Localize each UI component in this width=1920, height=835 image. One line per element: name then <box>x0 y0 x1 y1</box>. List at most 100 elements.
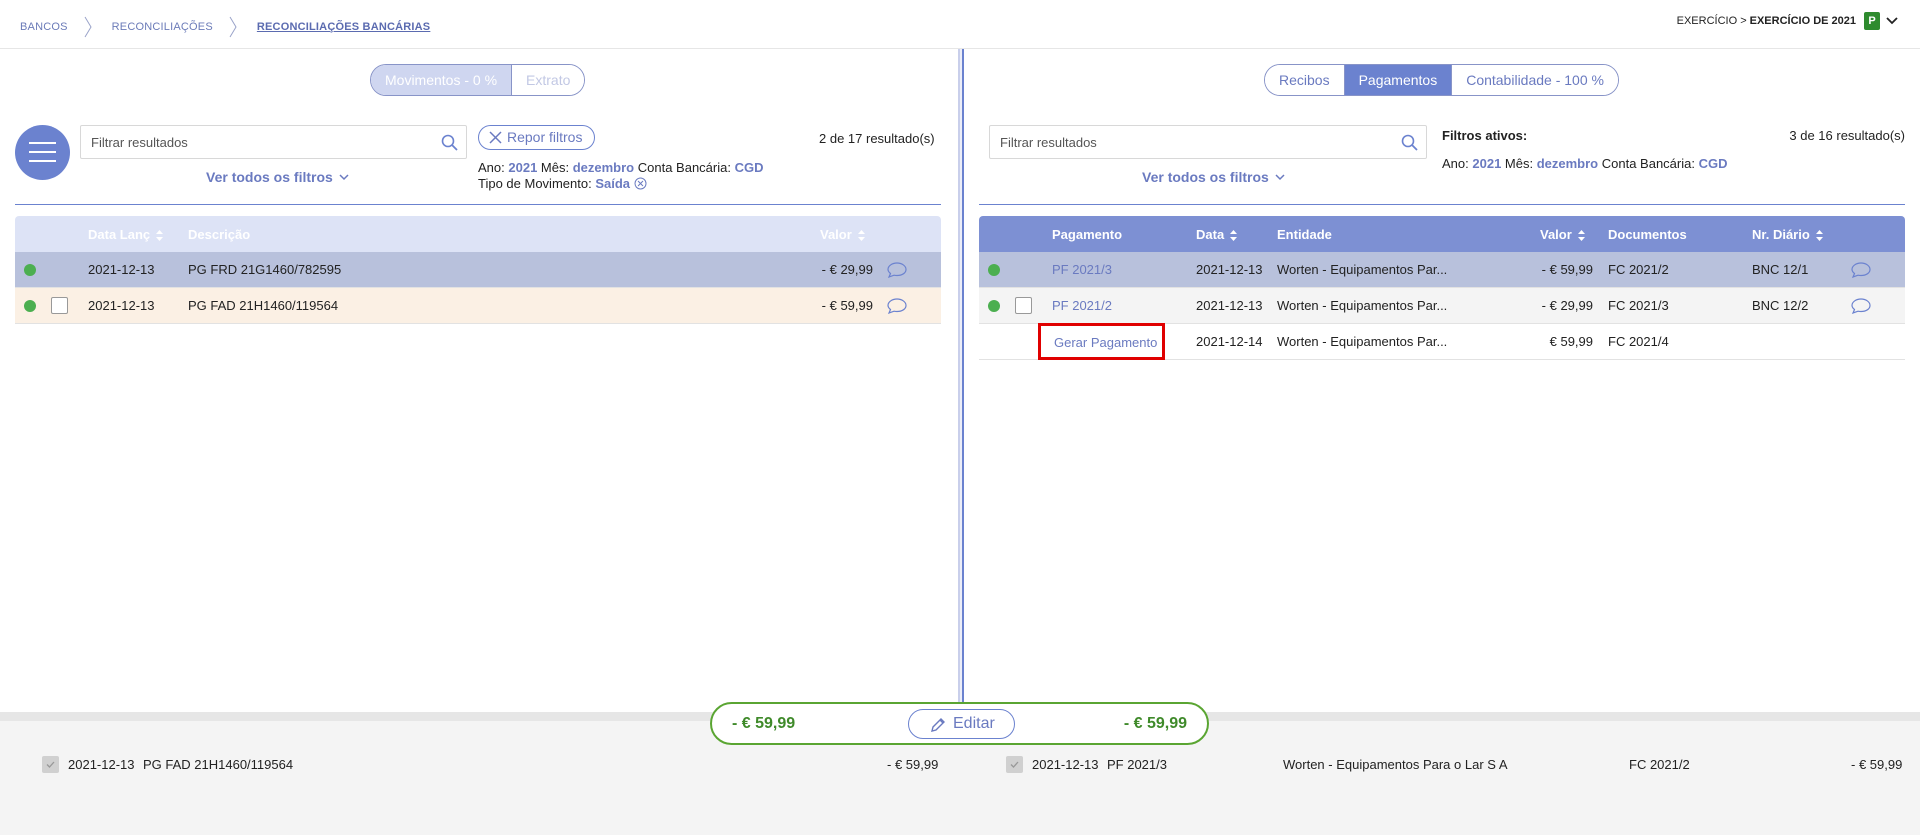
row-description: PG FRD 21G1460/782595 <box>188 262 342 277</box>
row-payment-link[interactable]: PF 2021/3 <box>1052 262 1112 277</box>
column-header-documentos[interactable]: Documentos <box>1608 227 1687 242</box>
tab-recibos[interactable]: Recibos <box>1265 65 1345 95</box>
table-row[interactable]: 2021-12-13 PG FRD 21G1460/782595 - € 29,… <box>15 252 941 288</box>
matched-left-value: - € 59,99 <box>887 757 939 772</box>
filter-conta[interactable]: CGD <box>1699 156 1728 171</box>
row-date: 2021-12-13 <box>88 262 155 277</box>
menu-button[interactable] <box>15 125 70 180</box>
summary-left-amount: - € 59,99 <box>732 715 796 732</box>
right-filter-line: Ano: 2021 Mês: dezembro Conta Bancária: … <box>1442 156 1728 171</box>
right-results-count: 3 de 16 resultado(s) <box>1789 128 1905 143</box>
close-icon <box>489 131 502 144</box>
exercise-value: EXERCÍCIO DE 2021 <box>1749 15 1856 27</box>
active-filters-label: Filtros ativos: <box>1442 128 1528 143</box>
table-row[interactable]: PF 2021/2 2021-12-13 Worten - Equipament… <box>979 288 1905 324</box>
column-header-pagamento[interactable]: Pagamento <box>1052 227 1122 242</box>
reset-filters-button[interactable]: Repor filtros <box>478 125 596 150</box>
left-tabs: Movimentos - 0 % Extrato <box>370 64 586 96</box>
comment-icon[interactable] <box>1851 262 1871 278</box>
column-header-entidade[interactable]: Entidade <box>1277 227 1332 242</box>
sort-icon <box>1230 229 1238 241</box>
left-table: Data Lanç Descrição Valor 2021-12-13 PG … <box>15 216 941 698</box>
comment-icon[interactable] <box>887 262 907 278</box>
filter-tipo[interactable]: Saída <box>595 176 630 191</box>
sort-icon <box>857 229 865 241</box>
column-header-nr-diario[interactable]: Nr. Diário <box>1752 227 1823 242</box>
row-entity: Worten - Equipamentos Par... <box>1277 262 1448 277</box>
chevron-down-icon <box>339 173 349 180</box>
search-icon[interactable] <box>1401 134 1418 151</box>
search-input[interactable] <box>990 126 1426 158</box>
row-date: 2021-12-13 <box>1196 298 1263 313</box>
row-date: 2021-12-13 <box>88 298 155 313</box>
filter-mes[interactable]: dezembro <box>573 160 634 175</box>
row-value: - € 29,99 <box>821 262 873 277</box>
filter-mes[interactable]: dezembro <box>1537 156 1598 171</box>
column-header-valor[interactable]: Valor <box>1540 227 1585 242</box>
gerar-pagamento-button[interactable]: Gerar Pagamento <box>1038 323 1165 360</box>
summary-bar: - € 59,99 Editar - € 59,99 <box>710 702 1209 745</box>
row-checkbox[interactable] <box>51 297 68 314</box>
filter-ano[interactable]: 2021 <box>508 160 537 175</box>
row-document: FC 2021/3 <box>1608 298 1669 313</box>
tab-contabilidade[interactable]: Contabilidade - 100 % <box>1452 65 1618 95</box>
breadcrumb-reconciliacoes[interactable]: RECONCILIAÇÕES <box>112 21 213 33</box>
sort-icon <box>1577 229 1585 241</box>
matched-right-document: FC 2021/2 <box>1629 757 1690 772</box>
see-all-filters-link[interactable]: Ver todos os filtros <box>1142 169 1285 185</box>
breadcrumb-separator-icon <box>229 16 241 38</box>
comment-icon[interactable] <box>887 298 907 314</box>
see-all-filters-label: Ver todos os filtros <box>1142 169 1269 185</box>
search-input[interactable] <box>81 126 466 158</box>
column-header-valor[interactable]: Valor <box>820 227 865 242</box>
matched-checkbox[interactable] <box>42 756 59 773</box>
row-document: FC 2021/2 <box>1608 262 1669 277</box>
row-payment-link[interactable]: PF 2021/2 <box>1052 298 1112 313</box>
see-all-filters-link[interactable]: Ver todos os filtros <box>206 169 349 185</box>
matched-right-payment-link[interactable]: PF 2021/3 <box>1107 757 1167 772</box>
breadcrumb-reconciliacoes-bancarias[interactable]: RECONCILIAÇÕES BANCÁRIAS <box>257 21 430 33</box>
exercise-selector[interactable]: EXERCÍCIO > EXERCÍCIO DE 2021 P <box>1677 12 1898 30</box>
column-header-data[interactable]: Data Lanç <box>88 227 164 242</box>
right-tabs: Recibos Pagamentos Contabilidade - 100 % <box>1264 64 1619 96</box>
comment-icon[interactable] <box>1851 298 1871 314</box>
status-dot <box>988 299 1000 312</box>
status-dot <box>24 299 36 312</box>
left-filter-line-2: Tipo de Movimento: Saída <box>478 176 647 191</box>
matched-checkbox[interactable] <box>1006 756 1023 773</box>
left-separator <box>15 204 941 205</box>
close-circle-icon[interactable] <box>634 177 647 190</box>
pencil-icon <box>931 718 945 732</box>
search-icon[interactable] <box>441 134 458 151</box>
tab-pagamentos[interactable]: Pagamentos <box>1344 65 1453 95</box>
exercise-label: EXERCÍCIO > <box>1676 15 1747 27</box>
top-bar: BANCOS RECONCILIAÇÕES RECONCILIAÇÕES BAN… <box>0 0 1920 49</box>
chevron-down-icon <box>1275 173 1285 180</box>
tab-extrato[interactable]: Extrato <box>512 65 585 95</box>
chevron-down-icon[interactable] <box>1886 17 1898 25</box>
edit-button[interactable]: Editar <box>908 709 1015 739</box>
matched-left-date: 2021-12-13 <box>68 757 135 772</box>
matched-right-date: 2021-12-13 <box>1032 757 1099 772</box>
row-checkbox[interactable] <box>1015 297 1032 314</box>
column-header-data[interactable]: Data <box>1196 227 1238 242</box>
matched-right-value: - € 59,99 <box>1851 757 1903 772</box>
filter-conta[interactable]: CGD <box>735 160 764 175</box>
breadcrumb-bancos[interactable]: BANCOS <box>20 21 68 33</box>
table-row[interactable]: PF 2021/3 2021-12-13 Worten - Equipament… <box>979 252 1905 288</box>
row-date: 2021-12-13 <box>1196 262 1263 277</box>
breadcrumb: BANCOS RECONCILIAÇÕES RECONCILIAÇÕES BAN… <box>20 16 430 38</box>
right-table-header: Pagamento Data Entidade Valor Documentos… <box>979 216 1905 252</box>
tab-movimentos[interactable]: Movimentos - 0 % <box>371 65 513 95</box>
column-header-descricao[interactable]: Descrição <box>188 227 250 242</box>
status-dot <box>24 263 36 276</box>
left-table-header: Data Lanç Descrição Valor <box>15 216 941 252</box>
right-table: Pagamento Data Entidade Valor Documentos… <box>979 216 1905 698</box>
see-all-filters-label: Ver todos os filtros <box>206 169 333 185</box>
matched-right-entity: Worten - Equipamentos Para o Lar S A <box>1283 757 1508 772</box>
filter-ano[interactable]: 2021 <box>1472 156 1501 171</box>
row-value: - € 59,99 <box>821 298 873 313</box>
row-document: FC 2021/4 <box>1608 334 1669 349</box>
status-badge: P <box>1864 12 1880 30</box>
table-row[interactable]: 2021-12-13 PG FAD 21H1460/119564 - € 59,… <box>15 288 941 324</box>
